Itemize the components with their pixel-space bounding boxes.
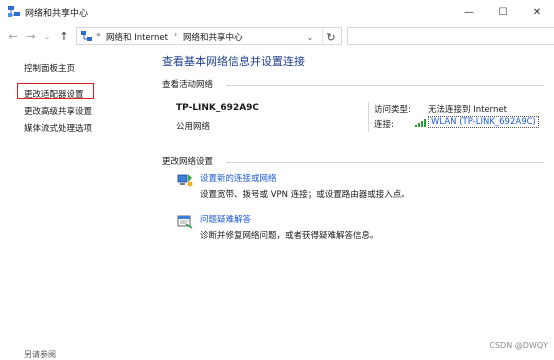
change-settings-header: 更改网络设置 [162,157,214,167]
address-dropdown-icon[interactable]: ⌄ [303,30,317,44]
page-title: 查看基本网络信息并设置连接 [162,55,305,68]
breadcrumb-network-internet[interactable]: 网络和 Internet [106,31,168,43]
setup-connection-icon [177,174,193,187]
up-arrow-icon[interactable]: ↑ [57,28,71,44]
access-type-label: 访问类型: [374,105,411,115]
forward-arrow-icon[interactable]: → [24,28,38,44]
sidebar-item-control-panel-home[interactable]: 控制面板主页 [24,62,75,74]
wifi-signal-icon [415,119,426,127]
wlan-connection-link[interactable]: WLAN (TP-LINK_692A9C) [428,116,539,128]
network-type: 公用网络 [176,122,211,132]
connections-label: 连接: [374,120,394,130]
troubleshoot-problems-link[interactable]: 问题疑难解答 [200,213,251,225]
minimize-button[interactable]: — [452,0,486,24]
network-info-divider [368,102,369,132]
main-content: 查看基本网络信息并设置连接 查看活动网络 TP-LINK_692A9C 公用网络… [150,48,554,360]
sidebar-item-media-streaming-options[interactable]: 媒体流式处理选项 [24,122,92,134]
navigation-bar: ← → ⌄ ↑ « 网络和 Internet › 网络和共享中心 ⌄ ↻ [0,24,554,48]
access-type-value: 无法连接到 Internet [428,105,507,115]
maximize-button[interactable]: ☐ [486,0,520,24]
active-networks-header: 查看活动网络 [162,80,214,90]
address-overflow-icon[interactable]: « [96,30,101,39]
watermark: CSDN @DWQY [489,341,548,350]
network-center-app-icon [8,6,20,17]
setup-new-connection-link[interactable]: 设置新的连接或网络 [200,172,277,184]
search-input[interactable] [347,27,554,45]
setup-new-connection-description: 设置宽带、拨号或 VPN 连接；或设置路由器或接入点。 [200,190,410,200]
title-bar: 网络和共享中心 — ☐ ✕ [0,0,554,24]
sidebar-item-advanced-sharing-settings[interactable]: 更改高级共享设置 [24,105,92,117]
address-bar[interactable]: « 网络和 Internet › 网络和共享中心 ⌄ ↻ [76,27,342,45]
annotation-highlight-box [17,83,94,99]
section-divider [226,162,544,163]
refresh-icon[interactable]: ↻ [322,29,339,45]
see-also-heading: 另请参阅 [24,350,56,359]
section-divider [226,85,544,86]
recent-locations-chevron-icon[interactable]: ⌄ [40,28,54,44]
network-location-icon [81,31,92,41]
breadcrumb-separator-icon: › [174,30,178,39]
breadcrumb-sharing-center[interactable]: 网络和共享中心 [183,31,243,43]
back-arrow-icon[interactable]: ← [6,28,20,44]
network-name: TP-LINK_692A9C [176,103,260,113]
window-title: 网络和共享中心 [25,9,89,19]
close-button[interactable]: ✕ [520,0,554,24]
troubleshoot-problems-description: 诊断并修复网络问题，或者获得疑难解答信息。 [200,231,379,241]
troubleshoot-icon [177,215,193,229]
